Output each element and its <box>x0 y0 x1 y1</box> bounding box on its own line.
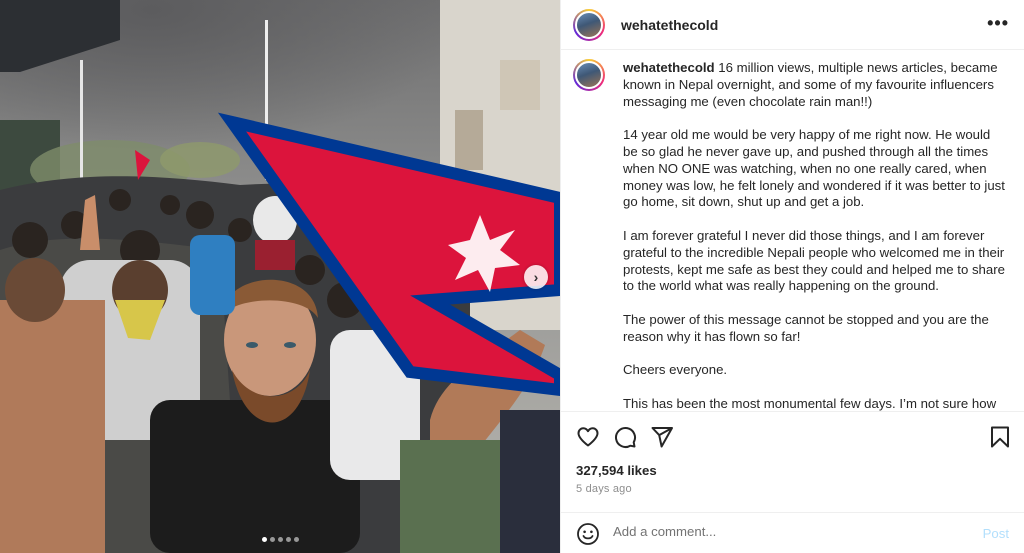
comment-icon[interactable] <box>613 425 637 454</box>
carousel-dot <box>261 537 267 542</box>
carousel-dot <box>285 537 291 542</box>
caption-avatar[interactable] <box>573 59 605 91</box>
caption-paragraph: The power of this message cannot be stop… <box>623 311 989 344</box>
avatar[interactable] <box>573 9 605 41</box>
caption-paragraph: 14 year old me would be very happy of me… <box>623 127 1005 210</box>
share-icon[interactable] <box>650 425 674 454</box>
caption-paragraph: This has been the most monumental few da… <box>623 395 997 411</box>
carousel-dot <box>269 537 275 542</box>
caption-paragraph: Cheers everyone. <box>623 362 728 378</box>
more-options-icon[interactable]: ••• <box>987 13 1009 34</box>
carousel-next-button[interactable]: › <box>524 265 548 289</box>
carousel-indicator <box>0 537 560 542</box>
post-timestamp[interactable]: 5 days ago <box>576 483 632 495</box>
add-comment-bar: Post <box>561 512 1024 553</box>
heart-icon[interactable] <box>576 425 600 454</box>
post-comment-button[interactable]: Post <box>983 526 1009 541</box>
like-count[interactable]: 327,594 likes <box>576 463 657 478</box>
post-details-panel: wehatethecold ••• wehatethecold 16 milli… <box>560 0 1024 553</box>
carousel-dot <box>277 537 283 542</box>
carousel-dot <box>293 537 299 542</box>
caption-paragraph: I am forever grateful I never did those … <box>623 227 1005 294</box>
post-header: wehatethecold ••• <box>561 0 1024 50</box>
caption-section[interactable]: wehatethecold 16 million views, multiple… <box>561 51 1024 411</box>
caption-username-link[interactable]: wehatethecold <box>623 60 715 75</box>
post-media[interactable]: › <box>0 0 560 553</box>
comment-input[interactable] <box>613 524 953 539</box>
protest-photo <box>0 0 560 553</box>
header-username-link[interactable]: wehatethecold <box>621 17 718 33</box>
bookmark-icon[interactable] <box>989 425 1011 454</box>
caption-text: wehatethecold 16 million views, multiple… <box>623 60 1008 411</box>
emoji-icon[interactable] <box>576 522 600 551</box>
post-actions: 327,594 likes 5 days ago <box>561 411 1024 512</box>
